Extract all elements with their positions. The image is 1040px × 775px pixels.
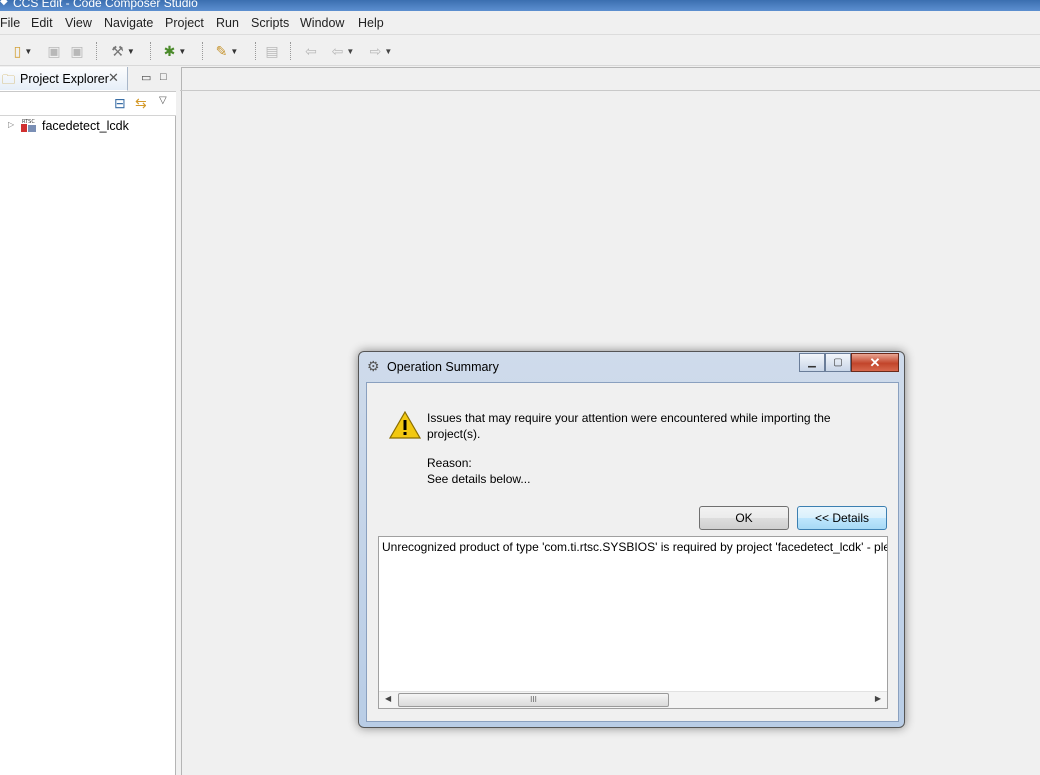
maximize-icon[interactable]: □ bbox=[160, 71, 167, 83]
main-toolbar: ▯ ▼ ▣ ▣ ⚒ ▼ ✱ ▼ ✎ ▼ ▤ ⇦ ⇦ ▼ ⇨ ▼ bbox=[0, 36, 1040, 66]
debug-button[interactable]: ✱ ▼ bbox=[158, 41, 192, 61]
horizontal-scrollbar[interactable]: ◀ III ▶ bbox=[379, 691, 887, 708]
dialog-title-bar: ⚙ Operation Summary ▁ ▢ ✕ bbox=[359, 352, 904, 382]
dialog-close-button[interactable]: ✕ bbox=[851, 353, 899, 372]
flash-button[interactable]: ✎ ▼ bbox=[210, 41, 244, 61]
dialog-message: Issues that may require your attention w… bbox=[427, 411, 831, 441]
app-icon: ◆ bbox=[0, 0, 8, 7]
reason-block: Reason: See details below... bbox=[427, 455, 530, 487]
forward-button[interactable]: ⇨ ▼ bbox=[364, 41, 398, 61]
details-textbox[interactable]: Unrecognized product of type 'com.ti.rts… bbox=[378, 536, 888, 709]
project-explorer-toolbar: ⊟ ⇆ ▽ bbox=[0, 92, 176, 116]
menu-file[interactable]: File bbox=[0, 16, 20, 30]
toolbar-separator bbox=[290, 42, 291, 60]
minimize-icon: ▁ bbox=[808, 357, 816, 368]
chevron-down-icon: ▼ bbox=[126, 46, 135, 56]
chevron-down-icon: ▼ bbox=[346, 46, 355, 56]
link-with-editor-icon[interactable]: ⇆ bbox=[135, 95, 147, 112]
toolbar-separator bbox=[202, 42, 203, 60]
editor-divider bbox=[180, 90, 1040, 91]
menu-bar: File Edit View Navigate Project Run Scri… bbox=[0, 11, 1040, 35]
tree-expand-icon[interactable]: ▷ bbox=[8, 120, 14, 129]
reason-text: See details below... bbox=[427, 472, 531, 486]
close-icon[interactable]: ✕ bbox=[108, 70, 119, 86]
menu-edit[interactable]: Edit bbox=[31, 16, 53, 30]
chevron-down-icon: ▼ bbox=[384, 46, 393, 56]
window-title: CCS Edit - Code Composer Studio bbox=[13, 0, 198, 10]
menu-scripts[interactable]: Scripts bbox=[251, 16, 289, 30]
dialog-body: Issues that may require your attention w… bbox=[366, 382, 899, 722]
save-icon: ▣ bbox=[47, 42, 61, 59]
toolbar-separator bbox=[150, 42, 151, 60]
view-menu-icon[interactable]: ▽ bbox=[159, 95, 167, 106]
debug-bug-icon: ✱ bbox=[163, 42, 176, 59]
project-explorer-header: 🗀 Project Explorer ✕ ▭ □ bbox=[0, 67, 176, 92]
dialog-minimize-button[interactable]: ▁ bbox=[799, 353, 825, 372]
scroll-thumb[interactable]: III bbox=[398, 693, 669, 707]
new-button[interactable]: ▯ ▼ bbox=[6, 41, 40, 61]
terminal-icon: ▤ bbox=[265, 42, 279, 59]
hammer-icon: ⚒ bbox=[111, 42, 124, 59]
dialog-title: Operation Summary bbox=[387, 360, 499, 374]
ok-button[interactable]: OK bbox=[699, 506, 789, 530]
chevron-down-icon: ▼ bbox=[24, 46, 33, 56]
menu-navigate[interactable]: Navigate bbox=[104, 16, 153, 30]
chevron-down-icon: ▼ bbox=[230, 46, 239, 56]
new-file-icon: ▯ bbox=[13, 42, 22, 59]
save-all-icon: ▣ bbox=[70, 42, 84, 59]
menu-window[interactable]: Window bbox=[300, 16, 344, 30]
toolbar-separator bbox=[255, 42, 256, 60]
terminal-button[interactable]: ▤ bbox=[262, 41, 282, 61]
reason-label: Reason: bbox=[427, 456, 472, 470]
back-arrow-icon: ⇦ bbox=[331, 42, 344, 59]
dialog-app-icon: ⚙ bbox=[367, 358, 380, 374]
chevron-down-icon: ▼ bbox=[178, 46, 187, 56]
project-name: facedetect_lcdk bbox=[42, 119, 129, 133]
flash-icon: ✎ bbox=[215, 42, 228, 59]
save-all-button[interactable]: ▣ bbox=[68, 41, 86, 61]
back-button[interactable]: ⇦ ▼ bbox=[326, 41, 360, 61]
menu-help[interactable]: Help bbox=[358, 16, 384, 30]
last-edit-button[interactable]: ⇦ bbox=[300, 41, 322, 61]
menu-view[interactable]: View bbox=[65, 16, 92, 30]
maximize-icon: ▢ bbox=[833, 357, 843, 368]
save-button[interactable]: ▣ bbox=[45, 41, 63, 61]
details-button[interactable]: << Details bbox=[797, 506, 887, 530]
menu-project[interactable]: Project bbox=[165, 16, 204, 30]
project-explorer-view: 🗀 Project Explorer ✕ ▭ □ ⊟ ⇆ ▽ ▷ RTSC fa… bbox=[0, 67, 176, 775]
toolbar-separator bbox=[96, 42, 97, 60]
close-icon: ✕ bbox=[869, 354, 881, 370]
tab-project-explorer[interactable]: 🗀 Project Explorer ✕ bbox=[0, 67, 128, 91]
tree-item-project[interactable]: ▷ RTSC facedetect_lcdk bbox=[0, 117, 176, 135]
dialog-maximize-button[interactable]: ▢ bbox=[825, 353, 851, 372]
scroll-left-icon[interactable]: ◀ bbox=[385, 694, 391, 703]
rtsc-project-icon: RTSC bbox=[21, 119, 36, 132]
build-button[interactable]: ⚒ ▼ bbox=[106, 41, 140, 61]
menu-run[interactable]: Run bbox=[216, 16, 239, 30]
project-explorer-icon: 🗀 bbox=[2, 72, 16, 87]
last-edit-icon: ⇦ bbox=[305, 42, 317, 59]
forward-arrow-icon: ⇨ bbox=[369, 42, 382, 59]
operation-summary-dialog: ⚙ Operation Summary ▁ ▢ ✕ Issues that ma… bbox=[358, 351, 905, 728]
warning-icon bbox=[389, 411, 421, 439]
details-text: Unrecognized product of type 'com.ti.rts… bbox=[382, 540, 888, 554]
minimize-icon[interactable]: ▭ bbox=[141, 71, 151, 84]
tab-label: Project Explorer bbox=[20, 72, 109, 86]
scroll-right-icon[interactable]: ▶ bbox=[875, 694, 881, 703]
collapse-all-icon[interactable]: ⊟ bbox=[114, 95, 126, 112]
title-bar: ◆ CCS Edit - Code Composer Studio bbox=[0, 0, 1040, 11]
